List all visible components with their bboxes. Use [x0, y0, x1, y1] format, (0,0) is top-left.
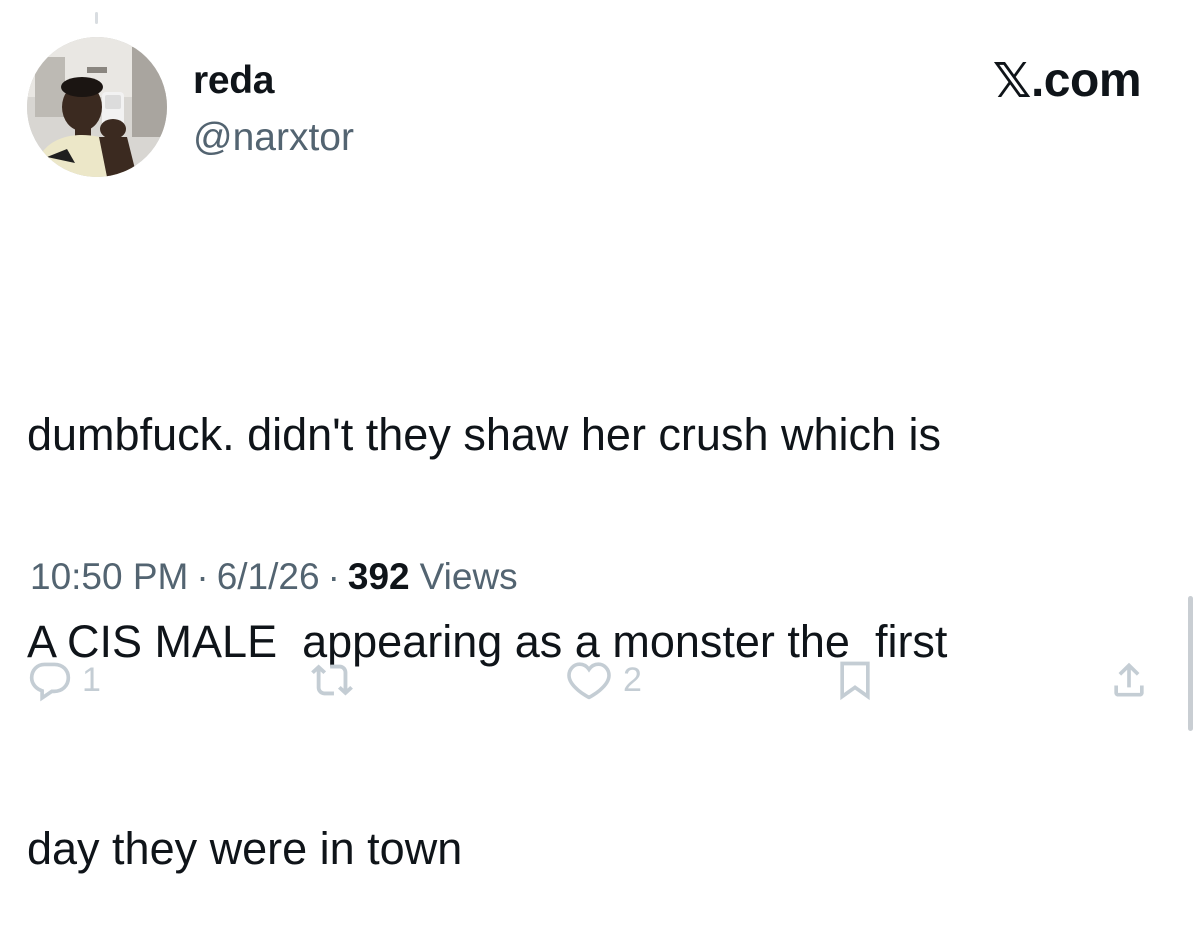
views-count: 392	[347, 556, 410, 597]
share-icon	[1114, 662, 1144, 697]
bookmark-button[interactable]	[833, 645, 877, 715]
retweet-button[interactable]	[310, 645, 366, 715]
x-logo: 𝕏 .com	[992, 53, 1142, 109]
brand-domain: .com	[1030, 54, 1142, 107]
views-label: Views	[419, 556, 518, 597]
like-button[interactable]: 2	[565, 645, 642, 715]
reply-button[interactable]: 1	[28, 645, 101, 715]
x-icon: 𝕏	[992, 53, 1032, 109]
avatar[interactable]	[27, 37, 167, 177]
tweet-line: dumbfuck. didn't they shaw her crush whi…	[27, 409, 942, 460]
author-handle[interactable]: @narxtor	[193, 114, 354, 162]
author-display-name[interactable]: reda	[193, 57, 274, 105]
tweet-line: day they were in town	[27, 823, 463, 874]
share-button[interactable]	[1107, 645, 1151, 715]
retweet-icon	[311, 664, 353, 696]
tweet-text: dumbfuck. didn't they shaw her crush whi…	[27, 262, 1157, 952]
like-icon	[567, 662, 611, 700]
reply-icon	[29, 662, 71, 702]
action-bar: 1 2	[0, 645, 1199, 715]
profile-photo-icon	[27, 37, 167, 177]
tweet-date[interactable]: 6/1/26	[217, 553, 320, 601]
meta-separator: ·	[327, 556, 340, 597]
tweet-time[interactable]: 10:50 PM	[30, 553, 188, 601]
tweet-meta: 10:50 PM · 6/1/26 · 392 Views	[30, 553, 518, 601]
meta-separator: ·	[196, 556, 209, 597]
reply-count: 1	[82, 660, 101, 699]
scrollbar[interactable]	[1188, 596, 1193, 731]
top-indicator	[95, 12, 98, 24]
like-count: 2	[623, 660, 642, 699]
bookmark-icon	[840, 661, 870, 701]
